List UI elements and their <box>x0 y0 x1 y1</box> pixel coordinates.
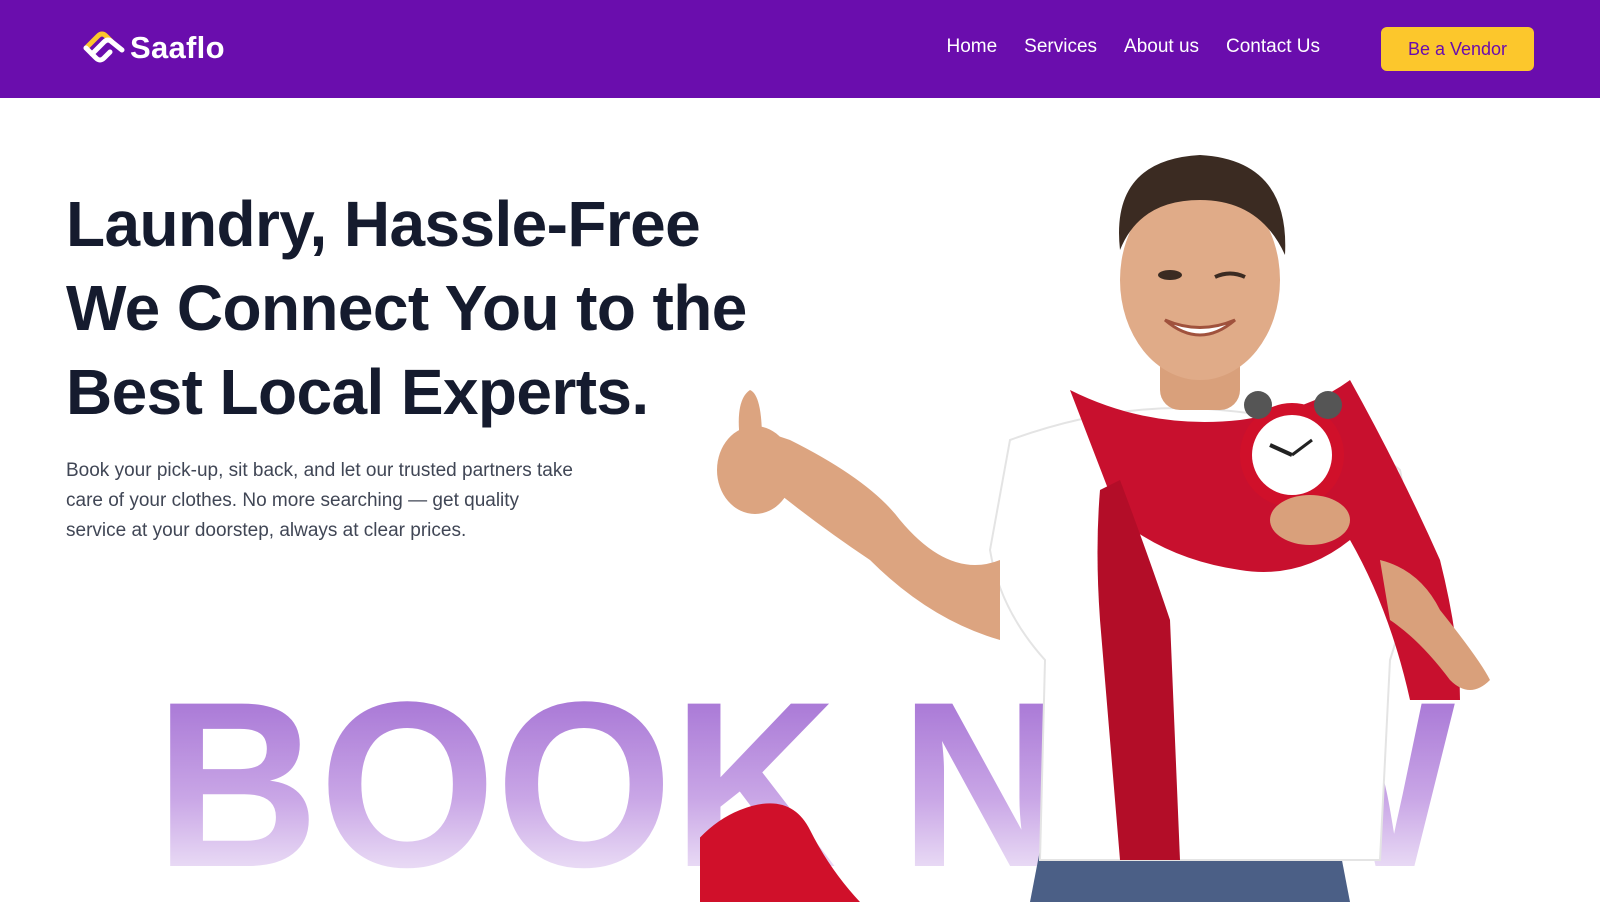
nav-link-home[interactable]: Home <box>946 36 997 58</box>
main-nav: Home Services About us Contact Us <box>946 36 1320 58</box>
hero-title-line-2: We Connect You to the <box>66 272 747 344</box>
navbar: Saaflo Home Services About us Contact Us… <box>0 0 1600 98</box>
hero-image-person-with-clock <box>660 140 1600 902</box>
saaflo-logo-icon <box>83 31 125 63</box>
be-a-vendor-button[interactable]: Be a Vendor <box>1381 27 1534 71</box>
brand-name: Saaflo <box>130 30 225 65</box>
hero-title: Laundry, Hassle-Free We Connect You to t… <box>66 182 826 434</box>
hero-title-line-3: Best Local Experts. <box>66 356 649 428</box>
nav-link-contact-us[interactable]: Contact Us <box>1226 36 1320 58</box>
brand-logo[interactable]: Saaflo <box>82 28 225 68</box>
hero-description: Book your pick-up, sit back, and let our… <box>66 460 573 541</box>
nav-link-services[interactable]: Services <box>1024 36 1097 58</box>
nav-link-about-us[interactable]: About us <box>1124 36 1199 58</box>
hero-title-line-1: Laundry, Hassle-Free <box>66 188 701 260</box>
